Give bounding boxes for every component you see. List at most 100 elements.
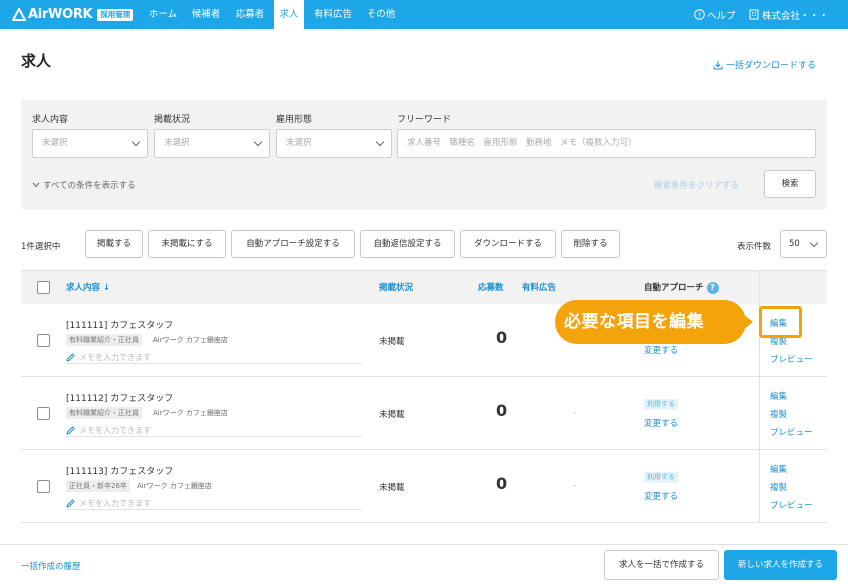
company-menu[interactable]: 株式会社・・・ xyxy=(749,0,829,29)
paid-ad-value: - xyxy=(573,481,576,490)
bulk-create-button[interactable]: 求人を一括で作成する xyxy=(604,550,719,580)
chevron-down-icon xyxy=(32,182,40,188)
logo-text: AirWORK xyxy=(28,7,93,22)
search-panel: 求人内容 掲載状況 雇用形態 フリーワード 未選択 未選択 未選択 求人番号 職… xyxy=(21,100,827,209)
paid-ad-value: - xyxy=(573,408,576,417)
row-checkbox[interactable] xyxy=(37,334,50,347)
row-checkbox[interactable] xyxy=(37,407,50,420)
building-icon xyxy=(749,9,759,20)
status-select[interactable]: 未選択 xyxy=(154,129,270,158)
help-link[interactable]: ? ヘルプ xyxy=(694,0,736,29)
application-count: 0 xyxy=(496,401,508,420)
filter-label-employment: 雇用形態 xyxy=(276,115,313,125)
help-icon: ? xyxy=(694,9,705,20)
pencil-icon xyxy=(66,498,75,508)
edit-link[interactable]: 編集 xyxy=(770,463,787,475)
chevron-down-icon xyxy=(131,137,141,147)
svg-text:?: ? xyxy=(698,11,702,19)
clear-conditions-link[interactable]: 検索条件をクリアする xyxy=(654,179,739,191)
nav-other[interactable]: その他 xyxy=(360,0,402,29)
sort-arrow-icon: ↓ xyxy=(102,283,111,293)
help-icon[interactable]: ? xyxy=(706,282,719,294)
per-page-select[interactable]: 50 xyxy=(780,230,827,258)
header-status[interactable]: 掲載状況 xyxy=(379,271,413,305)
freeword-input[interactable]: 求人番号 職種名 雇用形態 勤務地 メモ（複数入力可） xyxy=(397,129,816,158)
edit-link-label: 編集 xyxy=(770,319,788,329)
store-name: Airワーク カフェ銀座店 xyxy=(153,336,228,344)
job-title[interactable]: [111112] カフェスタッフ xyxy=(66,391,173,404)
logo-badge: 採用管理 xyxy=(97,8,134,21)
store-name: Airワーク カフェ銀座店 xyxy=(137,482,212,490)
nav-home[interactable]: ホーム xyxy=(140,0,186,29)
auto-approach-badge: 利用する xyxy=(644,399,678,410)
edit-callout: 必要な項目を編集 xyxy=(555,300,746,344)
change-auto-approach-link[interactable]: 変更する xyxy=(644,490,678,502)
download-icon xyxy=(713,60,723,69)
content-select[interactable]: 未選択 xyxy=(32,129,148,158)
memo-field[interactable]: メモを入力できます xyxy=(66,497,362,510)
per-page-label: 表示件数 xyxy=(737,242,772,252)
airwork-logo[interactable]: AirWORK 採用管理 xyxy=(12,6,134,23)
preview-link[interactable]: プレビュー xyxy=(770,426,813,438)
job-tag: 有料職業紹介・正社員 xyxy=(66,407,142,419)
chevron-down-icon xyxy=(253,137,263,147)
filter-label-freeword: フリーワード xyxy=(397,115,452,125)
change-auto-approach-link[interactable]: 変更する xyxy=(644,417,678,429)
filter-label-status: 掲載状況 xyxy=(154,115,191,125)
table-row: [111113] カフェスタッフ 正社員・新卒26卒 Airワーク カフェ銀座店… xyxy=(21,450,827,523)
download-all-label: 一括ダウンロードする xyxy=(725,61,816,71)
job-tag: 有料職業紹介・正社員 xyxy=(66,334,142,346)
auto-approach-badge: 利用する xyxy=(644,472,678,483)
employment-select[interactable]: 未選択 xyxy=(276,129,392,158)
unpublish-button[interactable]: 未掲載にする xyxy=(148,230,226,258)
memo-placeholder: メモを入力できます xyxy=(79,352,151,362)
content-select-value: 未選択 xyxy=(42,138,68,148)
job-tag: 正社員・新卒26卒 xyxy=(66,480,130,492)
select-all-checkbox[interactable] xyxy=(37,281,50,294)
publish-status: 未掲載 xyxy=(379,410,405,420)
job-title[interactable]: [111113] カフェスタッフ xyxy=(66,464,173,477)
pencil-icon xyxy=(66,425,75,435)
job-title[interactable]: [111111] カフェスタッフ xyxy=(66,318,173,331)
auto-approach-button[interactable]: 自動アプローチ設定する xyxy=(231,230,355,258)
nav-jobs[interactable]: 求人 xyxy=(274,0,304,29)
show-all-conditions[interactable]: すべての条件を表示する xyxy=(32,179,136,191)
publish-button[interactable]: 掲載する xyxy=(85,230,143,258)
table-header: 求人内容 ↓ 掲載状況 応募数 有料広告 自動アプローチ ? xyxy=(21,270,827,304)
status-select-value: 未選択 xyxy=(164,138,190,148)
per-page-value: 50 xyxy=(789,239,800,249)
edit-link-highlighted[interactable]: 編集 xyxy=(759,306,802,338)
publish-status: 未掲載 xyxy=(379,483,405,493)
auto-reply-button[interactable]: 自動返信設定する xyxy=(360,230,455,258)
memo-field[interactable]: メモを入力できます xyxy=(66,351,362,364)
download-all-link[interactable]: 一括ダウンロードする xyxy=(713,58,816,71)
footer-bar: 一括作成の履歴 求人を一括で作成する 新しい求人を作成する xyxy=(0,544,848,584)
publish-status: 未掲載 xyxy=(379,337,405,347)
edit-link[interactable]: 編集 xyxy=(770,390,787,402)
search-button[interactable]: 検索 xyxy=(764,170,816,198)
header-content[interactable]: 求人内容 ↓ xyxy=(66,271,110,305)
nav-candidates[interactable]: 候補者 xyxy=(186,0,226,29)
copy-link[interactable]: 複製 xyxy=(770,408,787,420)
header-applications[interactable]: 応募数 xyxy=(478,271,504,305)
nav-applicants[interactable]: 応募者 xyxy=(228,0,272,29)
memo-placeholder: メモを入力できます xyxy=(79,425,151,435)
delete-button[interactable]: 削除する xyxy=(561,230,620,258)
nav-paid-ads[interactable]: 有料広告 xyxy=(307,0,359,29)
company-name: 株式会社・・・ xyxy=(762,10,829,22)
memo-field[interactable]: メモを入力できます xyxy=(66,424,362,437)
bulk-history-link[interactable]: 一括作成の履歴 xyxy=(21,560,81,572)
selected-count: 1件選択中 xyxy=(21,242,61,252)
table-row: [111112] カフェスタッフ 有料職業紹介・正社員 Airワーク カフェ銀座… xyxy=(21,377,827,450)
change-auto-approach-link[interactable]: 変更する xyxy=(644,344,678,356)
new-job-button[interactable]: 新しい求人を作成する xyxy=(724,550,837,580)
header-paid-ads[interactable]: 有料広告 xyxy=(522,271,556,305)
preview-link[interactable]: プレビュー xyxy=(770,499,813,511)
copy-link[interactable]: 複製 xyxy=(770,481,787,493)
callout-pointer xyxy=(743,314,753,330)
download-button[interactable]: ダウンロードする xyxy=(460,230,556,258)
logo-icon xyxy=(12,8,26,21)
top-nav: AirWORK 採用管理 ホーム 候補者 応募者 求人 有料広告 その他 ? ヘ… xyxy=(0,0,848,29)
row-checkbox[interactable] xyxy=(37,480,50,493)
preview-link[interactable]: プレビュー xyxy=(770,353,813,365)
